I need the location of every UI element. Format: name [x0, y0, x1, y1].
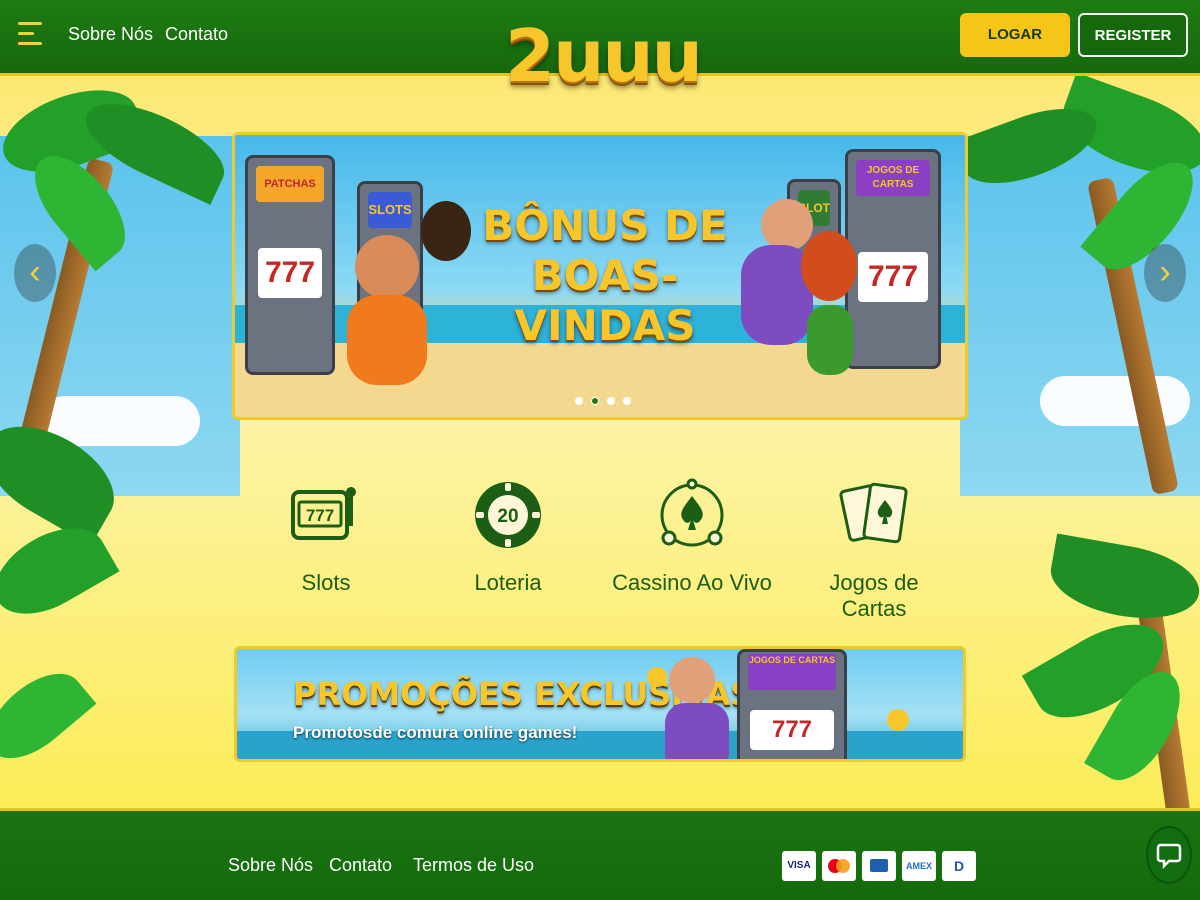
- category-slots[interactable]: 777 Slots: [246, 478, 406, 596]
- exclusive-promotions-banner[interactable]: PROMOÇÕES EXCLUSIVAS Promotosde comura o…: [234, 646, 966, 762]
- slot-machine-image: JOGOS DE CARTAS 777: [737, 649, 847, 759]
- category-loteria[interactable]: 20 Loteria: [428, 478, 588, 596]
- banner-title: BÔNUS DE BOAS-VINDAS: [482, 201, 728, 350]
- register-button[interactable]: REGISTER: [1078, 13, 1188, 57]
- coin-icon: [887, 709, 909, 731]
- hamburger-menu-icon[interactable]: [18, 22, 42, 48]
- nav-sobre-nos[interactable]: Sobre Nós: [68, 24, 153, 45]
- svg-text:777: 777: [306, 506, 334, 525]
- carousel-prev-button[interactable]: ‹: [14, 244, 56, 302]
- footer-link-termos[interactable]: Termos de Uso: [413, 855, 534, 876]
- slot-machine-image: JOGOS DE CARTAS 777: [845, 149, 941, 369]
- site-logo[interactable]: 2uuu: [505, 2, 703, 112]
- login-button[interactable]: LOGAR: [960, 13, 1070, 57]
- slot-machine-icon: 777: [291, 487, 356, 540]
- category-label: Jogos de Cartas: [829, 570, 919, 621]
- mastercard-icon: [822, 851, 856, 881]
- playing-cards-icon: [839, 482, 908, 544]
- visa-icon: VISA: [782, 851, 816, 881]
- slot-machine-image: PATCHAS 777: [245, 155, 335, 375]
- player-illustration: [355, 235, 419, 299]
- promo-subtitle: Promotosde comura online games!: [293, 723, 578, 742]
- carousel-dots: [575, 397, 631, 405]
- footer-link-contato[interactable]: Contato: [329, 855, 392, 876]
- footer-link-sobre-nos[interactable]: Sobre Nós: [228, 855, 313, 876]
- amex-icon: AMEX: [902, 851, 936, 881]
- coin-icon: [647, 667, 667, 687]
- chat-bubble-icon: [1156, 843, 1182, 870]
- chat-button[interactable]: [1146, 826, 1192, 884]
- diners-icon: D: [942, 851, 976, 881]
- site-footer: Sobre Nós Contato Termos de Uso VISA AME…: [0, 808, 1200, 900]
- lottery-ball-icon: 20: [475, 482, 541, 548]
- carousel-dot[interactable]: [623, 397, 631, 405]
- carousel-dot[interactable]: [575, 397, 583, 405]
- live-casino-icon: [660, 478, 724, 547]
- category-cassino-ao-vivo[interactable]: Cassino Ao Vivo: [611, 478, 773, 596]
- category-label: Loteria: [474, 570, 542, 595]
- welcome-bonus-banner[interactable]: PATCHAS 777 SLOTS BÔNUS DE BOAS-VINDAS J…: [232, 132, 968, 420]
- category-label: Cassino Ao Vivo: [612, 570, 772, 595]
- svg-text:20: 20: [497, 506, 518, 527]
- nav-contato[interactable]: Contato: [165, 24, 228, 45]
- category-jogos-de-cartas[interactable]: Jogos de Cartas: [794, 478, 954, 622]
- carousel-next-button[interactable]: ›: [1144, 244, 1186, 302]
- carousel-dot-active[interactable]: [591, 397, 599, 405]
- carousel-dot[interactable]: [607, 397, 615, 405]
- category-label: Slots: [301, 570, 351, 595]
- card-icon: [862, 851, 896, 881]
